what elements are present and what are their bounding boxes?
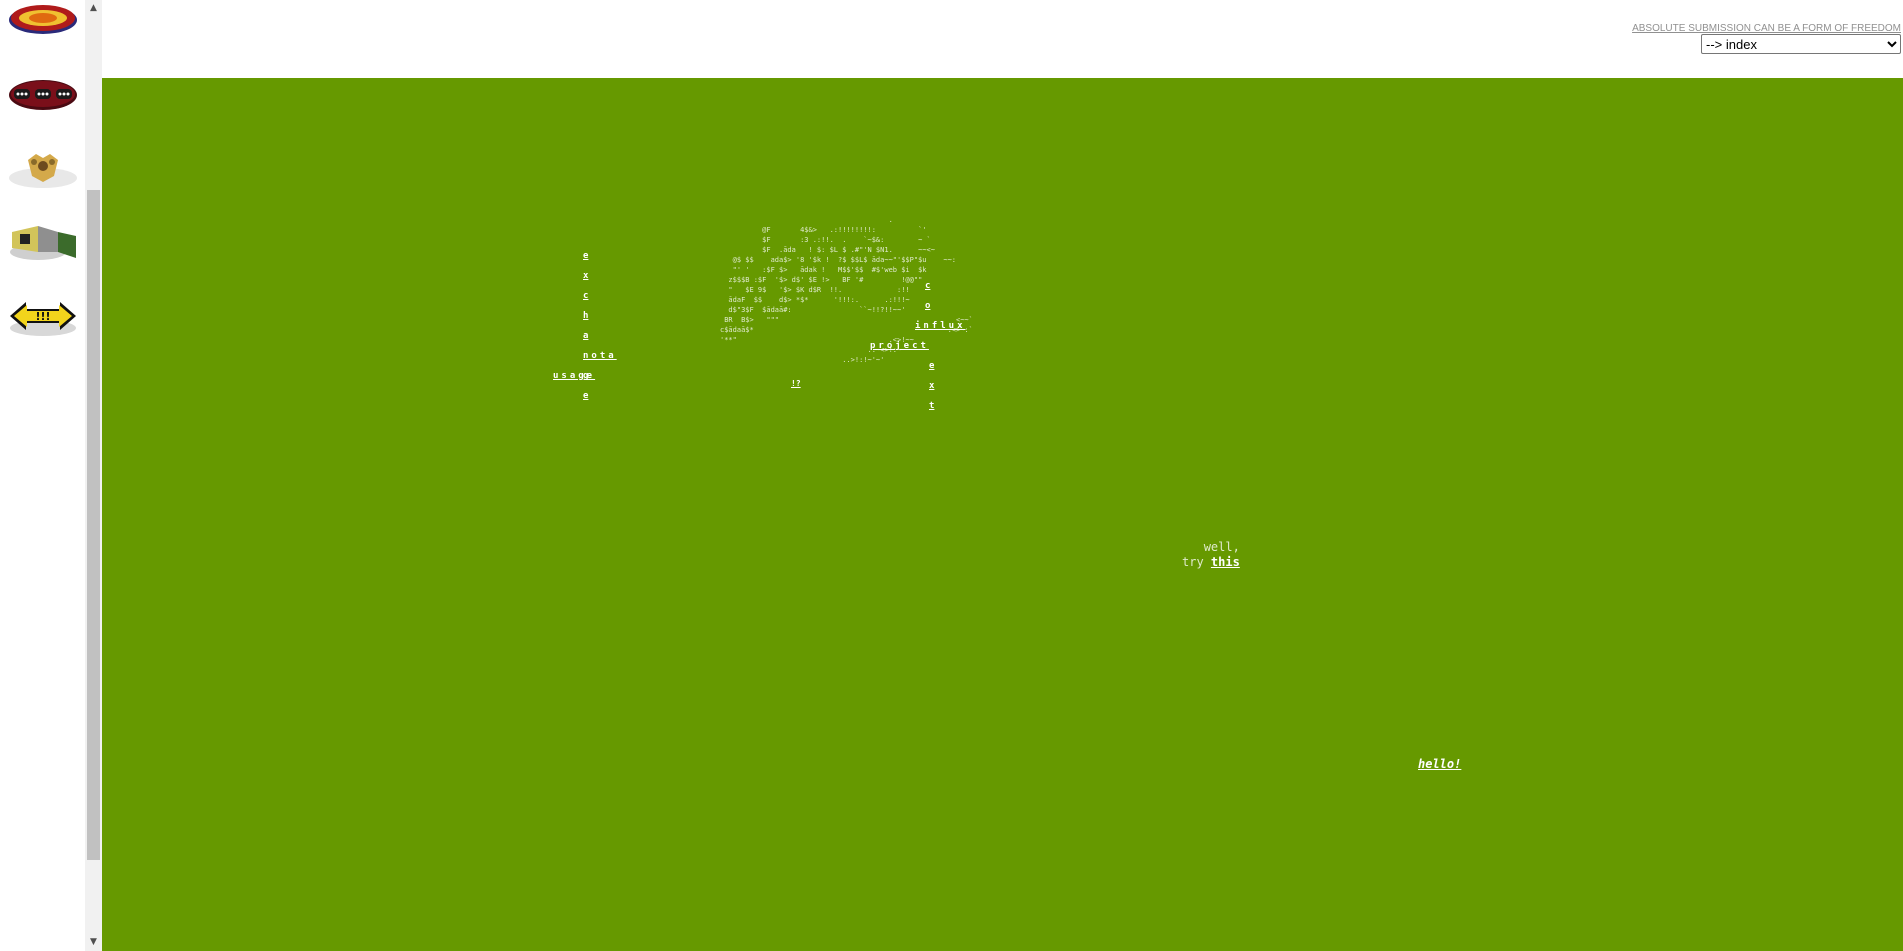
link-co-letter[interactable]: o (925, 301, 930, 311)
scroll-thumb[interactable] (87, 190, 100, 860)
top-frame: ABSOLUTE SUBMISSION CAN BE A FORM OF FRE… (102, 0, 1903, 78)
hello-link[interactable]: hello! (1418, 757, 1461, 771)
try-this-block: well, try this (1182, 540, 1240, 570)
link-exchange-letter[interactable]: h (583, 311, 588, 321)
try-text: try (1182, 555, 1204, 569)
arrow-button[interactable]: !!! (8, 298, 78, 338)
scroll-up-icon[interactable]: ▲ (85, 0, 102, 17)
try-this-link[interactable]: this (1211, 555, 1240, 569)
room-logo-icon (10, 226, 76, 260)
slogan-link[interactable]: ABSOLUTE SUBMISSION CAN BE A FORM OF FRE… (1632, 23, 1901, 34)
link-ext-letter[interactable]: x (929, 381, 934, 391)
link-exchange-letter[interactable]: e (583, 251, 588, 261)
link-exchange-letter[interactable]: x (583, 271, 588, 281)
link-project[interactable]: project (870, 341, 929, 351)
link-usage[interactable]: usage (553, 371, 595, 381)
svg-text:!!!: !!! (35, 310, 50, 323)
ascii-art: . @F 4$&> .:!!!!!!!!: `' $F :3 .:!!. . `… (720, 216, 973, 364)
link-ext-letter[interactable]: t (929, 401, 934, 411)
ascii-art-block: . @F 4$&> .:!!!!!!!!: `' $F :3 .:!!. . `… (547, 215, 1087, 445)
link-nota[interactable]: nota (583, 351, 617, 361)
main-frame: . @F 4$&> .:!!!!!!!!: `' $F :3 .:!!. . `… (102, 78, 1903, 951)
navigation-select[interactable]: --> index (1701, 34, 1901, 54)
link-exchange-letter[interactable]: a (583, 331, 588, 341)
crest-logo-icon (9, 154, 77, 188)
double-arrow-icon: !!! (10, 302, 76, 336)
happy-days-logo-icon (9, 5, 77, 34)
link-ext-letter[interactable]: e (929, 361, 934, 371)
side-frame: !!! ▲ ▼ (0, 0, 102, 951)
dots-logo-icon (9, 80, 77, 110)
crest-button[interactable] (8, 150, 78, 190)
well-text: well, (1203, 540, 1240, 554)
dots-button[interactable] (8, 76, 78, 116)
scroll-down-icon[interactable]: ▼ (85, 934, 102, 951)
happy-days-button[interactable] (8, 0, 78, 40)
link-center-exclaim[interactable]: !? (791, 379, 801, 388)
link-exchange-letter[interactable]: c (583, 291, 588, 301)
link-influx[interactable]: influx (915, 321, 966, 331)
link-co-letter[interactable]: c (925, 281, 930, 291)
room-button[interactable] (8, 222, 78, 262)
sidebar-scrollbar[interactable]: ▲ ▼ (85, 0, 102, 951)
link-exchange-letter[interactable]: e (583, 391, 588, 401)
